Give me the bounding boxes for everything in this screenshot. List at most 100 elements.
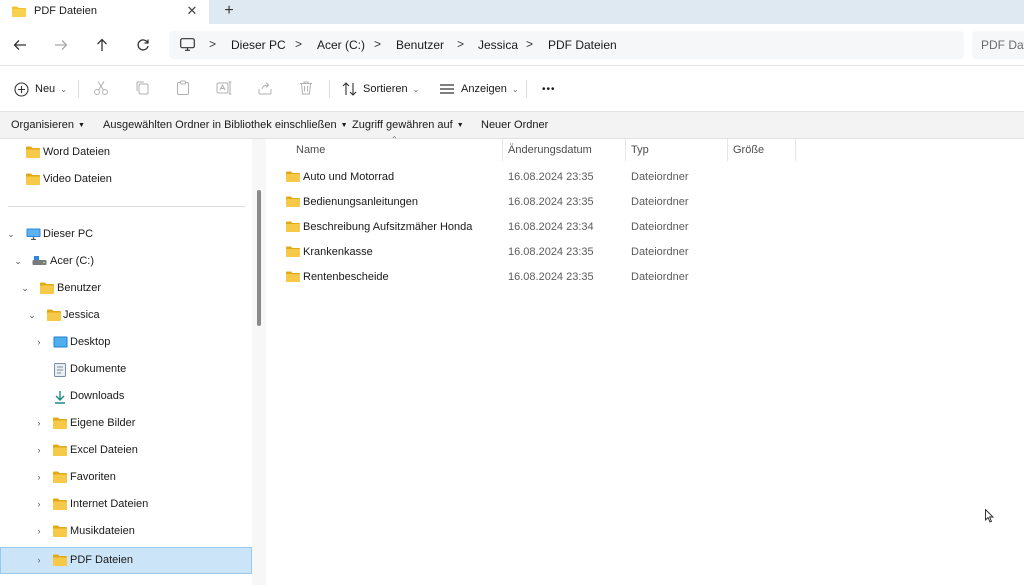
folder-icon: [286, 246, 300, 257]
copy-icon[interactable]: [134, 80, 152, 98]
chevron-right-icon[interactable]: ›: [34, 472, 44, 482]
chevron-down-icon[interactable]: ⌄: [27, 310, 37, 321]
folder-icon: [26, 146, 40, 158]
new-folder-button[interactable]: Neuer Ordner: [481, 119, 548, 131]
file-name: Rentenbescheide: [303, 271, 389, 283]
view-list-icon: [440, 84, 454, 94]
sidebar-item-acer-c[interactable]: ⌄ Acer (C:): [0, 248, 252, 275]
rename-icon[interactable]: [216, 80, 234, 98]
chevron-right-icon[interactable]: ›: [34, 526, 44, 536]
sidebar-item-word-dateien[interactable]: Word Dateien: [0, 139, 252, 166]
file-name: Beschreibung Aufsitzmäher Honda: [303, 221, 473, 233]
sidebar-item-label: Benutzer: [57, 282, 102, 294]
chevron-down-icon[interactable]: ⌄: [13, 256, 23, 267]
tab-pdf-dateien[interactable]: PDF Dateien ✕: [0, 0, 209, 24]
sidebar-item-dokumente[interactable]: Dokumente: [0, 356, 252, 383]
breadcrumb-item-dieser-pc[interactable]: Dieser PC: [231, 38, 286, 52]
column-divider[interactable]: [727, 139, 728, 161]
sidebar-item-label: Word Dateien: [43, 146, 111, 158]
sidebar-item-jessica[interactable]: ⌄ Jessica: [0, 302, 252, 329]
sidebar-item-musikdateien[interactable]: › Musikdateien: [0, 518, 252, 545]
close-tab-button[interactable]: ✕: [185, 3, 199, 19]
sidebar-item-excel-dateien[interactable]: › Excel Dateien: [0, 437, 252, 464]
share-access-menu[interactable]: Zugriff gewähren auf ▼: [352, 119, 464, 131]
up-icon: [97, 38, 107, 51]
paste-icon[interactable]: [175, 80, 193, 98]
column-header-type[interactable]: Typ: [631, 144, 649, 156]
sidebar-item-label: Video Dateien: [43, 173, 112, 185]
sidebar-item-label: Favoriten: [70, 471, 116, 483]
file-list: ⌃ Name Änderungsdatum Typ Größe Auto und…: [267, 135, 1024, 585]
chevron-down-icon[interactable]: ⌄: [6, 229, 16, 240]
file-date: 16.08.2024 23:35: [508, 171, 594, 183]
breadcrumb-separator: >: [295, 37, 303, 51]
file-row[interactable]: Auto und Motorrad 16.08.2024 23:35 Datei…: [281, 165, 881, 190]
file-type: Dateiordner: [631, 271, 689, 283]
sidebar-item-benutzer[interactable]: ⌄ Benutzer: [0, 275, 252, 302]
share-icon[interactable]: [257, 80, 275, 98]
file-type: Dateiordner: [631, 171, 689, 183]
view-button[interactable]: Anzeigen ⌄: [439, 79, 519, 99]
sidebar-item-eigene-bilder[interactable]: › Eigene Bilder: [0, 410, 252, 437]
more-icon: •••: [542, 83, 556, 95]
column-divider[interactable]: [625, 139, 626, 161]
sidebar-item-label: PDF Dateien: [70, 554, 133, 566]
column-header-size[interactable]: Größe: [733, 144, 764, 156]
chevron-right-icon[interactable]: ›: [34, 499, 44, 509]
chevron-down-icon[interactable]: ⌄: [20, 283, 30, 294]
scrollbar-thumb[interactable]: [257, 190, 261, 326]
breadcrumb-item-benutzer[interactable]: Benutzer: [396, 38, 444, 52]
forward-icon: [55, 40, 68, 50]
sidebar-item-downloads[interactable]: Downloads: [0, 383, 252, 410]
forward-button[interactable]: [50, 34, 72, 56]
folder-icon: [53, 554, 67, 566]
chevron-down-icon: ⌄: [511, 84, 519, 94]
column-header-row: ⌃ Name Änderungsdatum Typ Größe: [267, 135, 1024, 161]
folder-icon: [53, 471, 67, 483]
drive-icon: [32, 255, 47, 267]
folder-icon: [286, 221, 300, 232]
breadcrumb-item-pdf-dateien[interactable]: PDF Dateien: [548, 38, 617, 52]
sidebar-item-desktop[interactable]: › Desktop: [0, 329, 252, 356]
address-bar[interactable]: > Dieser PC > Acer (C:) > Benutzer > Jes…: [169, 31, 964, 59]
file-row[interactable]: Krankenkasse 16.08.2024 23:35 Dateiordne…: [281, 240, 881, 265]
sort-button[interactable]: Sortieren ⌄: [342, 79, 419, 99]
back-icon: [13, 40, 26, 50]
sidebar-item-favoriten[interactable]: › Favoriten: [0, 464, 252, 491]
share-access-label: Zugriff gewähren auf: [352, 119, 453, 131]
column-divider[interactable]: [795, 139, 796, 161]
file-row[interactable]: Rentenbescheide 16.08.2024 23:35 Dateior…: [281, 265, 881, 290]
column-header-date[interactable]: Änderungsdatum: [508, 144, 592, 156]
sidebar-item-video-dateien[interactable]: Video Dateien: [0, 166, 252, 193]
cut-icon[interactable]: [93, 80, 111, 98]
breadcrumb-item-jessica[interactable]: Jessica: [478, 38, 518, 52]
title-bar: PDF Dateien ✕ +: [0, 0, 1024, 24]
column-divider[interactable]: [502, 139, 503, 161]
up-button[interactable]: [91, 34, 113, 56]
include-in-library-menu[interactable]: Ausgewählten Ordner in Bibliothek einsch…: [103, 119, 348, 131]
organize-menu[interactable]: Organisieren ▼: [11, 119, 85, 131]
new-button[interactable]: Neu ⌄: [14, 79, 67, 99]
more-options-button[interactable]: •••: [542, 79, 556, 99]
file-row[interactable]: Beschreibung Aufsitzmäher Honda 16.08.20…: [281, 215, 881, 240]
delete-icon[interactable]: [298, 80, 316, 98]
back-button[interactable]: [9, 34, 31, 56]
file-type: Dateiordner: [631, 196, 689, 208]
new-tab-button[interactable]: +: [221, 2, 237, 20]
sidebar-item-internet-dateien[interactable]: › Internet Dateien: [0, 491, 252, 518]
chevron-right-icon[interactable]: ›: [34, 555, 44, 565]
column-header-name[interactable]: Name: [296, 144, 325, 156]
chevron-right-icon[interactable]: ›: [34, 337, 44, 347]
chevron-right-icon[interactable]: ›: [34, 445, 44, 455]
plus-circle-icon: [14, 81, 29, 97]
folder-icon: [53, 498, 67, 510]
file-row[interactable]: Bedienungsanleitungen 16.08.2024 23:35 D…: [281, 190, 881, 215]
refresh-button[interactable]: [132, 34, 154, 56]
sidebar-item-dieser-pc[interactable]: ⌄ Dieser PC: [0, 221, 252, 248]
folder-icon: [47, 309, 61, 321]
breadcrumb-item-acer-c[interactable]: Acer (C:): [317, 38, 365, 52]
chevron-right-icon[interactable]: ›: [34, 418, 44, 428]
sort-icon: [342, 82, 357, 96]
search-input[interactable]: PDF Dat: [972, 31, 1024, 59]
sidebar-item-pdf-dateien[interactable]: › PDF Dateien: [0, 547, 252, 574]
